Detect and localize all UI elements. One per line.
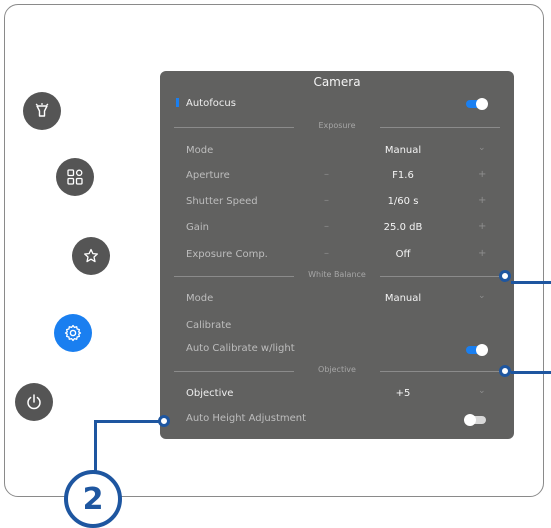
shutter-speed-increase-button[interactable]: + bbox=[478, 195, 486, 206]
exposure-comp-label: Exposure Comp. bbox=[186, 249, 268, 260]
auto-calibrate-row: Auto Calibrate w/light bbox=[160, 341, 514, 357]
shutter-speed-row: Shutter Speed – 1/60 s + bbox=[160, 194, 514, 210]
sidebar-item-settings[interactable] bbox=[54, 314, 92, 352]
panel-title: Camera bbox=[313, 75, 361, 89]
objective-section-header: Objective bbox=[174, 365, 500, 377]
sidebar-item-grid-settings[interactable] bbox=[56, 158, 94, 196]
chevron-down-icon[interactable]: ⌄ bbox=[478, 291, 486, 301]
gain-row: Gain – 25.0 dB + bbox=[160, 220, 514, 236]
white-balance-section-header: White Balance bbox=[174, 270, 500, 282]
callout-dot-objective bbox=[499, 365, 511, 377]
gain-label: Gain bbox=[186, 222, 209, 233]
exposure-comp-decrease-button[interactable]: – bbox=[324, 248, 329, 259]
auto-height-toggle[interactable] bbox=[464, 414, 486, 426]
gain-increase-button[interactable]: + bbox=[478, 221, 486, 232]
section-title-objective: Objective bbox=[318, 365, 356, 374]
objective-row: Objective +5 ⌄ bbox=[160, 386, 514, 402]
callout-line-auto-height-vertical bbox=[94, 420, 97, 472]
auto-calibrate-toggle[interactable] bbox=[466, 344, 488, 356]
exposure-section-header: Exposure bbox=[174, 121, 500, 133]
sidebar-item-power[interactable] bbox=[15, 383, 53, 421]
aperture-value: F1.6 bbox=[392, 170, 414, 181]
calibrate-button[interactable]: Calibrate bbox=[186, 320, 231, 331]
calibrate-row: Calibrate bbox=[160, 318, 514, 334]
section-title-exposure: Exposure bbox=[318, 121, 356, 130]
aperture-decrease-button[interactable]: – bbox=[324, 169, 329, 180]
wb-mode-row: Mode Manual ⌄ bbox=[160, 291, 514, 307]
exposure-mode-row: Mode Manual ⌄ bbox=[160, 143, 514, 159]
exposure-comp-value: Off bbox=[395, 249, 411, 260]
lamp-icon bbox=[34, 103, 50, 119]
chevron-down-icon[interactable]: ⌄ bbox=[478, 143, 486, 153]
auto-height-label: Auto Height Adjustment bbox=[186, 413, 307, 424]
aperture-row: Aperture – F1.6 + bbox=[160, 168, 514, 184]
exposure-mode-label: Mode bbox=[186, 145, 214, 156]
gear-icon bbox=[64, 324, 82, 342]
aperture-increase-button[interactable]: + bbox=[478, 169, 486, 180]
exposure-comp-increase-button[interactable]: + bbox=[478, 248, 486, 259]
shutter-speed-label: Shutter Speed bbox=[186, 196, 258, 207]
camera-settings-panel: Camera Autofocus Exposure Mode Manual ⌄ … bbox=[160, 71, 514, 439]
section-title-white-balance: White Balance bbox=[308, 270, 366, 279]
objective-select[interactable]: +5 bbox=[370, 388, 436, 399]
autofocus-toggle[interactable] bbox=[466, 98, 488, 110]
autofocus-row: Autofocus bbox=[160, 96, 514, 112]
chevron-down-icon[interactable]: ⌄ bbox=[478, 386, 486, 396]
callout-number-badge: 2 bbox=[64, 470, 122, 528]
shutter-speed-decrease-button[interactable]: – bbox=[324, 195, 329, 206]
star-icon bbox=[83, 248, 99, 264]
gain-decrease-button[interactable]: – bbox=[324, 221, 329, 232]
wb-mode-select[interactable]: Manual bbox=[370, 293, 436, 304]
aperture-label: Aperture bbox=[186, 170, 230, 181]
gain-value: 25.0 dB bbox=[383, 222, 423, 233]
callout-line-objective bbox=[511, 371, 551, 374]
auto-calibrate-label: Auto Calibrate w/light bbox=[186, 343, 295, 354]
wb-mode-label: Mode bbox=[186, 293, 214, 304]
shutter-speed-value: 1/60 s bbox=[387, 196, 419, 207]
callout-line-auto-height bbox=[96, 420, 164, 423]
callout-line-white-balance bbox=[511, 281, 551, 284]
callout-dot-auto-height bbox=[158, 415, 170, 427]
power-icon bbox=[26, 394, 42, 410]
callout-dot-white-balance bbox=[499, 270, 511, 282]
exposure-mode-select[interactable]: Manual bbox=[370, 145, 436, 156]
exposure-comp-row: Exposure Comp. – Off + bbox=[160, 247, 514, 263]
autofocus-label: Autofocus bbox=[186, 98, 236, 109]
sidebar-item-lamp[interactable] bbox=[23, 92, 61, 130]
sidebar-item-favorites[interactable] bbox=[72, 237, 110, 275]
grid-settings-icon bbox=[67, 169, 83, 185]
objective-label: Objective bbox=[186, 388, 234, 399]
auto-height-row: Auto Height Adjustment bbox=[160, 411, 514, 427]
